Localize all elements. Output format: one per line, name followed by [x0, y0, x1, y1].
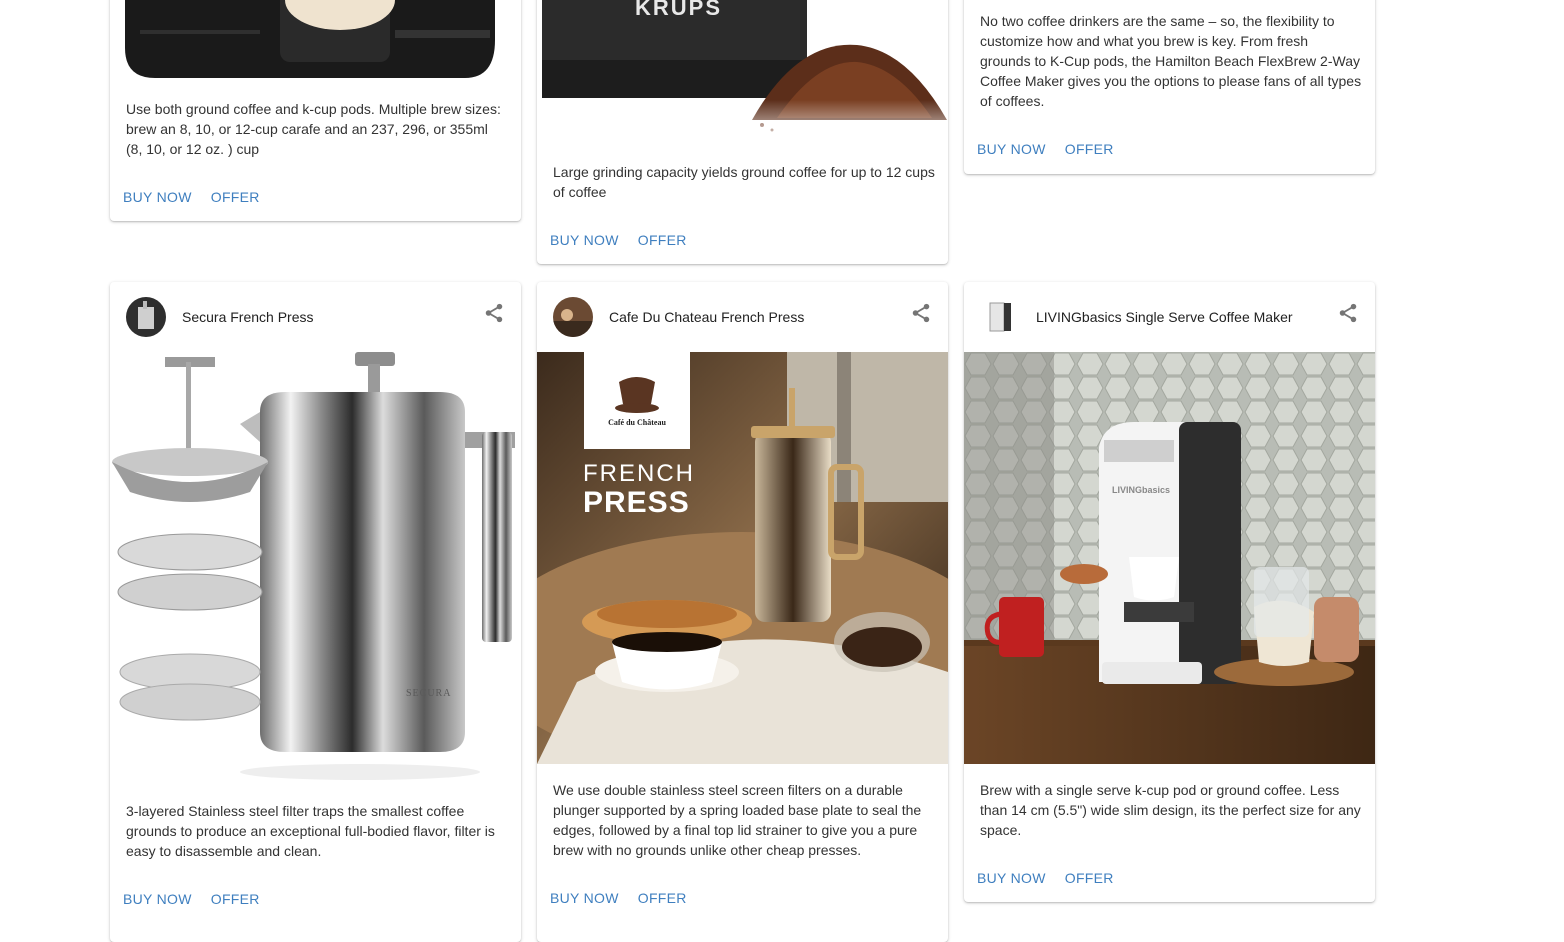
offer-button[interactable]: OFFER: [211, 189, 260, 205]
product-card: LIVINGbasics Single Serve Coffee Maker L…: [964, 282, 1375, 902]
product-image-french-press-scene: Café du Château FRENCH PRESS: [537, 352, 948, 764]
buy-now-button[interactable]: BUY NOW: [123, 189, 192, 205]
product-description: 3-layered Stainless steel filter traps t…: [126, 803, 495, 859]
card-actions: BUY NOW OFFER: [123, 891, 279, 909]
product-description: We use double stainless steel screen fil…: [553, 782, 922, 858]
avatar: [980, 297, 1020, 337]
avatar: [553, 297, 593, 337]
product-card: Secura French Press SECURA 3-layered Sta…: [110, 282, 521, 942]
product-card: Cafe Du Chateau French Press Café du Châ…: [537, 282, 948, 942]
share-icon[interactable]: [1337, 302, 1359, 324]
card-actions: BUY NOW OFFER: [123, 189, 279, 207]
coffee-maker-thumbnail-icon: [980, 297, 1020, 337]
share-icon[interactable]: [910, 302, 932, 324]
image-headline-1: FRENCH: [583, 460, 695, 487]
avatar: [126, 297, 166, 337]
buy-now-button[interactable]: BUY NOW: [977, 870, 1046, 886]
product-image-coffee-grinder: KRUPS: [537, 0, 948, 150]
offer-button[interactable]: OFFER: [1065, 141, 1114, 157]
offer-button[interactable]: OFFER: [638, 232, 687, 248]
product-card: No two coffee drinkers are the same – so…: [964, 0, 1375, 174]
product-card: KRUPS Large grinding capacity yields gro…: [537, 0, 948, 264]
product-description: No two coffee drinkers are the same – so…: [980, 13, 1362, 109]
card-title: Secura French Press: [182, 309, 314, 325]
card-actions: BUY NOW OFFER: [550, 232, 706, 250]
image-headline-2: PRESS: [583, 486, 690, 519]
card-title: Cafe Du Chateau French Press: [609, 309, 805, 325]
product-image-coffee-maker: [110, 0, 521, 90]
buy-now-button[interactable]: BUY NOW: [550, 232, 619, 248]
card-actions: BUY NOW OFFER: [977, 870, 1133, 888]
buy-now-button[interactable]: BUY NOW: [977, 141, 1046, 157]
product-image-french-press: SECURA: [110, 352, 521, 785]
card-title: LIVINGbasics Single Serve Coffee Maker: [1036, 309, 1293, 325]
product-description: Large grinding capacity yields ground co…: [553, 164, 935, 200]
cafe-thumbnail-icon: [553, 297, 593, 337]
image-brand-text: SECURA: [406, 688, 452, 699]
image-brand-text: LIVINGbasics: [1112, 485, 1171, 495]
offer-button[interactable]: OFFER: [211, 891, 260, 907]
buy-now-button[interactable]: BUY NOW: [550, 890, 619, 906]
french-press-thumbnail-icon: [126, 297, 166, 337]
card-actions: BUY NOW OFFER: [977, 141, 1133, 159]
offer-button[interactable]: OFFER: [638, 890, 687, 906]
buy-now-button[interactable]: BUY NOW: [123, 891, 192, 907]
card-actions: BUY NOW OFFER: [550, 890, 706, 908]
offer-button[interactable]: OFFER: [1065, 870, 1114, 886]
image-brand-text: KRUPS: [635, 0, 723, 20]
product-description: Brew with a single serve k-cup pod or gr…: [980, 782, 1361, 838]
product-image-single-serve-coffee-maker: LIVINGbasics: [964, 352, 1375, 764]
product-description: Use both ground coffee and k-cup pods. M…: [126, 101, 501, 157]
product-card: Use both ground coffee and k-cup pods. M…: [110, 0, 521, 221]
share-icon[interactable]: [483, 302, 505, 324]
image-logo-text: Café du Château: [608, 418, 666, 427]
